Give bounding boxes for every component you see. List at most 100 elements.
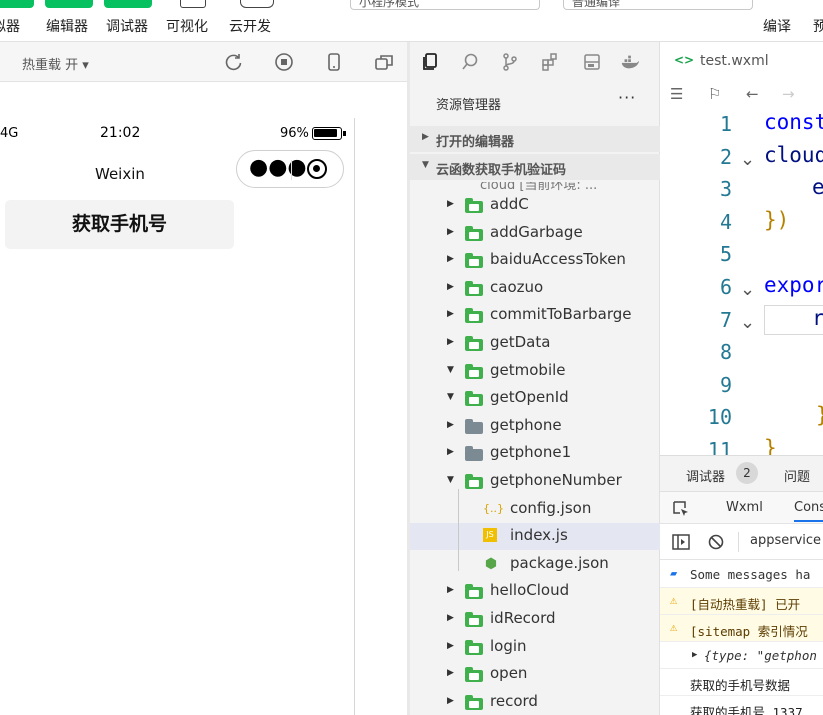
- console-message[interactable]: ⚠ [自动热重载] 已开: [660, 588, 823, 615]
- tab-console[interactable]: Cons: [794, 500, 823, 522]
- context-selector[interactable]: appservice: [750, 533, 821, 548]
- compile-mode-select[interactable]: 普通编译: [563, 0, 753, 10]
- tree-item-caozuo[interactable]: ▶ caozuo: [410, 275, 660, 302]
- tab-test-wxml[interactable]: <> test.wxml: [660, 42, 823, 80]
- extensions-icon[interactable]: [540, 52, 560, 72]
- bookmark-icon[interactable]: ⚐: [708, 85, 721, 103]
- package-file-icon: ⬢: [484, 555, 498, 572]
- close-miniprogram-icon[interactable]: [307, 159, 327, 179]
- tab-debugger[interactable]: 调试器: [686, 466, 725, 485]
- refresh-icon[interactable]: [224, 52, 244, 72]
- line-number: 10: [707, 405, 732, 430]
- console-message[interactable]: 获取的手机号数据: [660, 669, 823, 696]
- chevron-right-icon[interactable]: ▶: [447, 668, 454, 678]
- chevron-right-icon[interactable]: ▶: [447, 447, 454, 457]
- chevron-down-icon: ▼: [422, 160, 429, 170]
- console-message[interactable]: ▶ {type: "getphon: [660, 642, 823, 669]
- tree-item-index-js[interactable]: JS index.js: [410, 523, 660, 551]
- fold-chevron-icon[interactable]: ⌄: [740, 279, 755, 300]
- detach-window-icon[interactable]: [374, 52, 394, 72]
- debugger-toggle-button[interactable]: 调试器: [104, 0, 154, 40]
- docker-icon[interactable]: [620, 52, 640, 72]
- clear-console-icon[interactable]: [708, 534, 724, 550]
- tree-item-getphonenumber[interactable]: ▼ getphoneNumber: [410, 468, 660, 495]
- tree-item-addc[interactable]: ▶ addC: [410, 192, 660, 219]
- storage-icon[interactable]: [582, 52, 602, 72]
- console-message[interactable]: 获取的手机号 1337: [660, 696, 823, 715]
- tree-item-idrecord[interactable]: ▶ idRecord: [410, 606, 660, 633]
- simulator-toggle-button[interactable]: 拟器: [0, 0, 42, 40]
- sidebar-toggle-icon[interactable]: [672, 534, 690, 550]
- tree-item-config-json[interactable]: {..} config.json: [410, 496, 660, 523]
- tree-item-addgarbage[interactable]: ▶ addGarbage: [410, 220, 660, 247]
- tree-item-baiduaccesstoken[interactable]: ▶ baiduAccessToken: [410, 247, 660, 274]
- console-message-text: [sitemap 索引情况: [690, 624, 808, 639]
- inspect-icon[interactable]: [672, 500, 690, 518]
- search-icon[interactable]: [460, 52, 480, 72]
- project-section[interactable]: ▼ 云函数获取手机验证码: [410, 154, 660, 180]
- folder-icon: [465, 584, 483, 600]
- cloud-dev-button[interactable]: 云开发: [229, 16, 271, 36]
- chevron-right-icon[interactable]: ▶: [447, 254, 454, 264]
- chevron-right-icon[interactable]: ▶: [447, 282, 454, 292]
- chevron-right-icon[interactable]: ▶: [447, 641, 454, 651]
- chevron-down-icon[interactable]: ▼: [447, 392, 454, 402]
- preview-button[interactable]: 预: [813, 16, 823, 36]
- tree-item-login[interactable]: ▶ login: [410, 634, 660, 661]
- chevron-right-icon[interactable]: ▶: [447, 337, 454, 347]
- editor-toggle-button[interactable]: 编辑器: [45, 0, 95, 40]
- nav-title: Weixin: [95, 165, 145, 183]
- files-icon[interactable]: [420, 52, 440, 72]
- source-control-icon[interactable]: [500, 52, 520, 72]
- mode-select[interactable]: 小程序模式: [350, 0, 540, 10]
- tree-item-hellocloud[interactable]: ▶ helloCloud: [410, 578, 660, 605]
- folder-icon: [465, 225, 483, 241]
- tree-item-label: getphoneNumber: [490, 471, 622, 489]
- fold-chevron-icon[interactable]: ⌄: [740, 312, 755, 333]
- console-message[interactable]: ▰ Some messages ha: [660, 561, 823, 588]
- capsule-menu[interactable]: ●●●: [236, 150, 344, 188]
- tree-item-committobarbarge[interactable]: ▶ commitToBarbarge: [410, 302, 660, 329]
- tree-item-getphone1[interactable]: ▶ getphone1: [410, 440, 660, 467]
- chevron-right-icon[interactable]: ▶: [447, 199, 454, 209]
- tree-item-getmobile[interactable]: ▼ getmobile: [410, 358, 660, 385]
- tree-item-getopenid[interactable]: ▼ getOpenId: [410, 385, 660, 412]
- tree-item-getphone[interactable]: ▶ getphone: [410, 413, 660, 440]
- back-arrow-icon[interactable]: ←: [746, 85, 759, 103]
- tree-item-package-json[interactable]: ⬢ package.json: [410, 551, 660, 578]
- tree-item-record[interactable]: ▶ record: [410, 689, 660, 715]
- chevron-down-icon[interactable]: ▼: [447, 475, 454, 485]
- tab-wxml[interactable]: Wxml: [726, 500, 763, 515]
- battery-icon: [312, 127, 346, 140]
- get-phone-number-button[interactable]: 获取手机号: [5, 200, 234, 249]
- folder-icon: [465, 474, 483, 489]
- chevron-right-icon[interactable]: ▶: [447, 613, 454, 623]
- open-editors-section[interactable]: ▶ 打开的编辑器: [410, 126, 660, 152]
- code-editor[interactable]: 1 const 2 ⌄ cloud 3 e 4}) 5 6 ⌄ expor 7 ⌄ r 8 9 10} 11}: [660, 110, 823, 455]
- stop-icon[interactable]: [274, 52, 294, 72]
- cloud-folder-row[interactable]: cloud [当前环境: ...: [410, 182, 660, 192]
- expand-arrow-icon[interactable]: ▶: [692, 650, 697, 660]
- tree-item-label: getData: [490, 333, 551, 351]
- chevron-right-icon[interactable]: ▶: [447, 585, 454, 595]
- phone-icon[interactable]: [324, 52, 344, 72]
- forward-arrow-icon[interactable]: →: [782, 85, 795, 103]
- more-actions-icon[interactable]: ···: [618, 88, 636, 107]
- hot-reload-toggle[interactable]: 热重载 开 ▾: [22, 54, 89, 73]
- chevron-right-icon[interactable]: ▶: [447, 227, 454, 237]
- chevron-down-icon[interactable]: ▼: [447, 365, 454, 375]
- tree-item-getdata[interactable]: ▶ getData: [410, 330, 660, 357]
- console-message[interactable]: ⚠ [sitemap 索引情况: [660, 615, 823, 642]
- list-icon[interactable]: ☰: [670, 85, 683, 103]
- fold-chevron-icon[interactable]: ⌄: [740, 149, 755, 170]
- chevron-right-icon[interactable]: ▶: [447, 420, 454, 430]
- chevron-right-icon: ▶: [422, 132, 429, 142]
- chevron-right-icon[interactable]: ▶: [447, 696, 454, 706]
- chevron-right-icon[interactable]: ▶: [447, 309, 454, 319]
- folder-icon: [465, 667, 483, 683]
- visualize-button[interactable]: 可视化: [166, 16, 208, 36]
- more-icon[interactable]: ●●●: [249, 155, 307, 181]
- tree-item-open[interactable]: ▶ open: [410, 661, 660, 688]
- tab-issues[interactable]: 问题: [784, 466, 810, 485]
- compile-button[interactable]: 编译: [763, 16, 791, 36]
